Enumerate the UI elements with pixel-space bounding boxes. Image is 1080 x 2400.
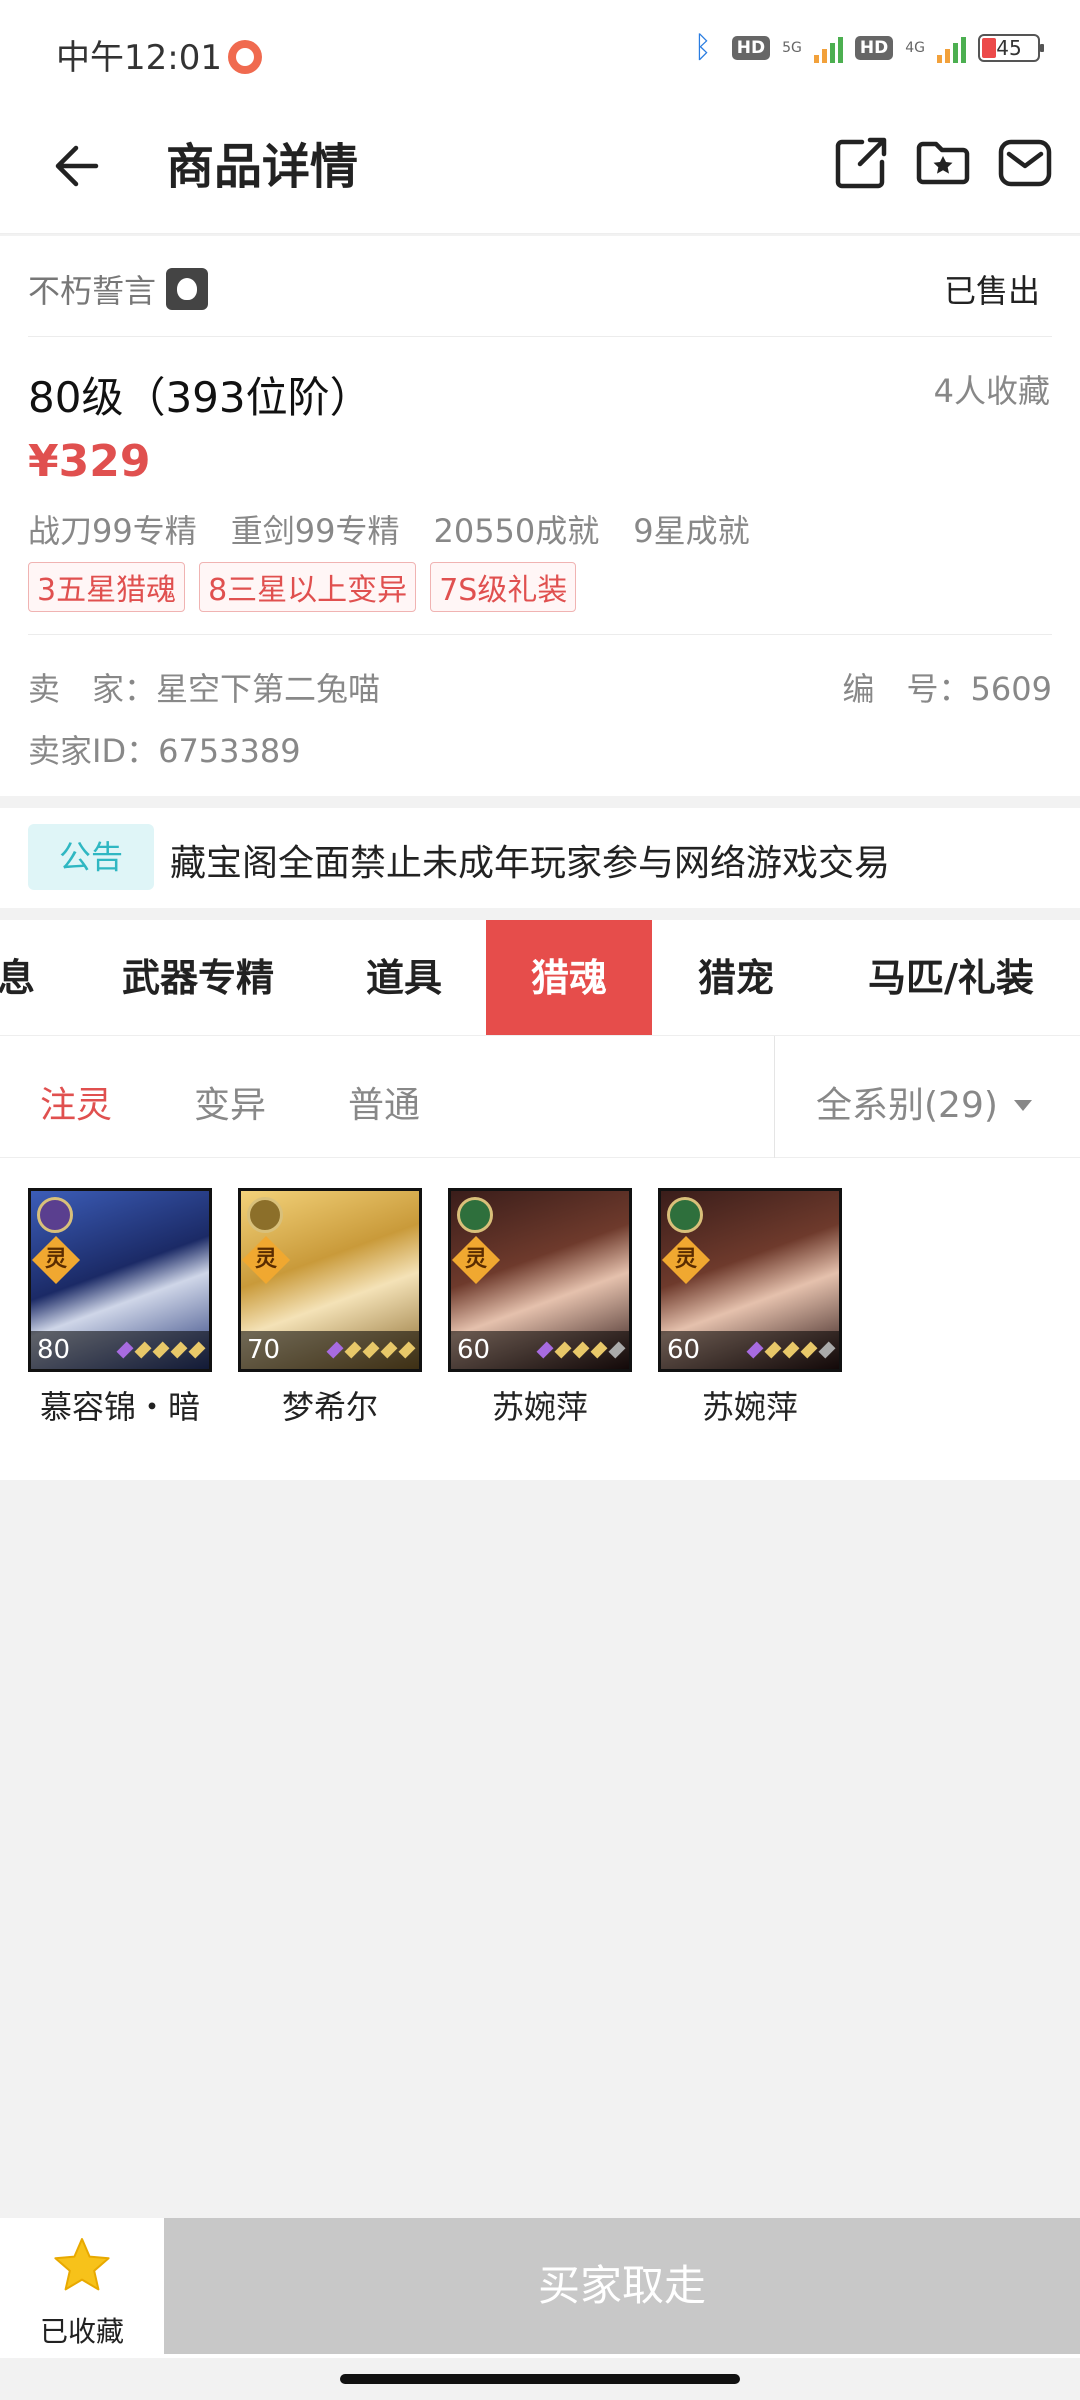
page-title: 商品详情 — [166, 139, 359, 195]
infused-badge: 灵 — [241, 1235, 291, 1285]
highlight-tag: 3五星猎魂 — [28, 562, 186, 612]
soul-portrait: 灵 80 — [28, 1188, 212, 1372]
attribute-item: 重剑99专精 — [230, 512, 400, 550]
status-icons: ᛒ HD 5G HD 4G 45 — [693, 30, 1044, 66]
attribute-list: 战刀99专精 重剑99专精 20550成就 9星成就 — [28, 506, 750, 552]
hd-badge-2: HD — [854, 36, 894, 60]
star-gems-icon — [326, 1341, 416, 1359]
status-time: 中午12:01 — [56, 30, 262, 79]
divider — [28, 634, 1052, 635]
network-4g-label: 4G — [905, 40, 925, 56]
share-icon[interactable] — [832, 134, 890, 192]
tab-weapon-mastery[interactable]: 武器专精 — [78, 920, 318, 1035]
character-level: 80级（393位阶） — [28, 373, 372, 422]
subtab-infused[interactable]: 注灵 — [40, 1076, 112, 1128]
tab-horses-outfits[interactable]: 马匹/礼装 — [840, 920, 1062, 1035]
soul-name: 慕容锦・暗 — [39, 1388, 200, 1426]
highlight-tag: 8三星以上变异 — [199, 562, 417, 612]
seller-name: 卖 家：星空下第二兔喵 — [28, 670, 381, 708]
subtab-normal[interactable]: 普通 — [348, 1076, 420, 1128]
notice-text: 藏宝阁全面禁止未成年玩家参与网络游戏交易 — [170, 843, 891, 884]
alarm-icon — [227, 40, 262, 74]
highlight-tag: 7S级礼装 — [430, 562, 577, 612]
star-gems-icon — [746, 1341, 836, 1359]
apple-platform-icon — [166, 268, 209, 310]
hd-badge: HD — [731, 36, 771, 60]
folder-star-icon[interactable] — [914, 134, 972, 192]
series-dropdown[interactable]: 全系别(29) — [816, 1076, 1032, 1128]
bluetooth-icon: ᛒ — [693, 30, 712, 65]
faction-emblem-icon — [37, 1197, 73, 1233]
highlight-tags: 3五星猎魂 8三星以上变异 7S级礼装 — [28, 562, 577, 612]
tab-hunting-pets[interactable]: 猎宠 — [666, 920, 806, 1035]
faction-emblem-icon — [667, 1197, 703, 1233]
favorite-label: 已收藏 — [39, 2315, 124, 2348]
sold-status: 已售出 — [943, 272, 1040, 310]
buyer-taken-button[interactable]: 买家取走 — [164, 2218, 1080, 2354]
soul-card[interactable]: 灵 80 慕容锦・暗 — [28, 1188, 212, 1428]
infused-badge: 灵 — [451, 1235, 501, 1285]
signal-5g: 5G — [782, 41, 802, 55]
signal-bars-icon — [813, 33, 843, 63]
star-gems-icon — [536, 1341, 626, 1359]
attribute-item: 9星成就 — [633, 512, 750, 550]
divider — [28, 336, 1052, 337]
soul-name: 苏婉萍 — [701, 1388, 798, 1426]
soul-card[interactable]: 灵 70 梦希尔 — [238, 1188, 422, 1428]
series-dropdown-label: 全系别(29) — [816, 1085, 998, 1126]
divider — [774, 1036, 775, 1158]
faction-emblem-icon — [457, 1197, 493, 1233]
signal-4g: 4G — [905, 41, 925, 55]
notice-badge: 公告 — [28, 824, 154, 890]
caret-down-icon — [1013, 1100, 1032, 1111]
back-arrow-icon[interactable] — [50, 136, 110, 196]
subtab-mutated[interactable]: 变异 — [194, 1076, 266, 1128]
product-info-card: 不朽誓言 已售出 80级（393位阶） 4人收藏 ¥329 战刀99专精 重剑9… — [0, 236, 1080, 796]
home-indicator[interactable] — [340, 2374, 740, 2384]
product-price: ¥329 — [28, 436, 151, 487]
server-name: 不朽誓言 — [28, 272, 157, 310]
soul-portrait: 灵 60 — [658, 1188, 842, 1372]
soul-name: 梦希尔 — [281, 1388, 378, 1426]
clock-text: 中午12:01 — [56, 38, 222, 78]
seller-id: 卖家ID：6753389 — [28, 732, 301, 770]
soul-card[interactable]: 灵 60 苏婉萍 — [448, 1188, 632, 1428]
notice-bar[interactable]: 公告 藏宝阁全面禁止未成年玩家参与网络游戏交易 — [0, 808, 1080, 908]
category-tabs: 息 武器专精 道具 猎魂 猎宠 马匹/礼装 — [0, 920, 1080, 1036]
signal-bars-icon-2 — [937, 33, 966, 63]
app-header: 商品详情 — [0, 100, 1080, 234]
battery-icon: 45 — [978, 34, 1044, 62]
bottom-action-bar: 已收藏 买家取走 — [0, 2218, 1080, 2358]
soul-filter-bar: 注灵 变异 普通 全系别(29) — [0, 1036, 1080, 1158]
soul-portrait: 灵 70 — [238, 1188, 422, 1372]
tab-hunting-souls[interactable]: 猎魂 — [486, 920, 652, 1035]
battery-level: 45 — [996, 36, 1022, 60]
status-bar: 中午12:01 ᛒ HD 5G HD 4G 45 — [0, 0, 1080, 100]
soul-grid: 灵 80 慕容锦・暗 灵 70 梦希尔 灵 60 苏婉萍 灵 60 苏婉萍 — [0, 1158, 1080, 1480]
message-envelope-icon[interactable] — [996, 134, 1054, 192]
serial-number: 编 号：5609 — [842, 670, 1052, 708]
favorite-button[interactable]: 已收藏 — [0, 2218, 164, 2358]
attribute-item: 战刀99专精 — [28, 512, 197, 550]
network-5g-label: 5G — [782, 40, 802, 56]
soul-card[interactable]: 灵 60 苏婉萍 — [658, 1188, 842, 1428]
faction-emblem-icon — [247, 1197, 283, 1233]
infused-badge: 灵 — [661, 1235, 711, 1285]
soul-portrait: 灵 60 — [448, 1188, 632, 1372]
star-icon — [54, 2238, 110, 2291]
soul-name: 苏婉萍 — [491, 1388, 588, 1426]
tab-info[interactable]: 息 — [0, 920, 46, 1035]
infused-badge: 灵 — [31, 1235, 81, 1285]
star-gems-icon — [116, 1341, 206, 1359]
favorites-count: 4人收藏 — [933, 372, 1050, 410]
server-info: 不朽誓言 — [28, 266, 209, 312]
tab-items[interactable]: 道具 — [336, 920, 472, 1035]
attribute-item: 20550成就 — [433, 512, 600, 550]
